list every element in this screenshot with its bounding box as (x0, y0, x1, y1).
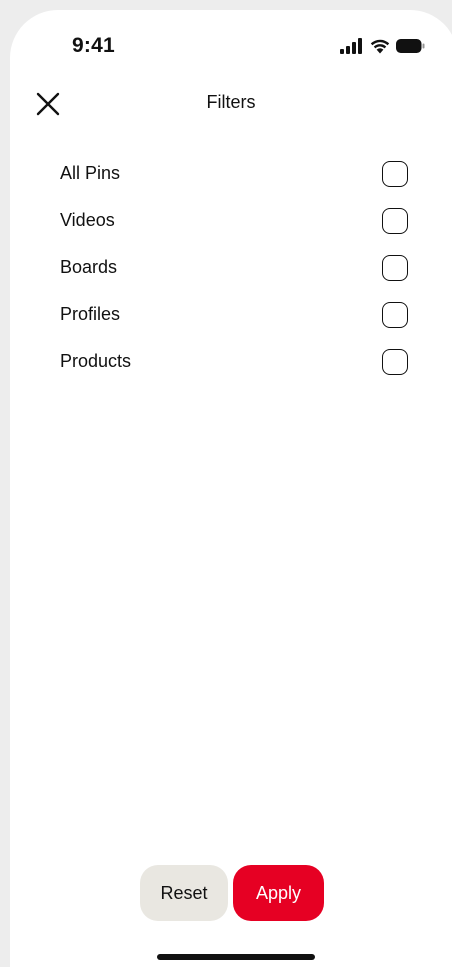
checkbox-profiles[interactable] (382, 302, 408, 328)
filter-row-all-pins[interactable]: All Pins (10, 150, 452, 197)
filter-row-products[interactable]: Products (10, 338, 452, 385)
status-icons (340, 36, 430, 56)
checkbox-products[interactable] (382, 349, 408, 375)
filter-label: Boards (60, 257, 118, 277)
filter-row-profiles[interactable]: Profiles (10, 291, 452, 338)
filter-row-boards[interactable]: Boards (10, 244, 452, 291)
filter-label: Videos (60, 210, 115, 230)
page-title: Filters (206, 92, 256, 112)
filter-list: All Pins Videos Boards Profiles Products (10, 150, 452, 385)
filter-label: All Pins (60, 163, 121, 183)
apply-button[interactable]: Apply (233, 865, 324, 921)
battery-icon (396, 39, 425, 53)
filter-label: Profiles (60, 304, 121, 324)
filter-row-videos[interactable]: Videos (10, 197, 452, 244)
wifi-icon (370, 39, 390, 54)
header: Filters (10, 78, 452, 130)
checkbox-boards[interactable] (382, 255, 408, 281)
home-indicator (157, 954, 315, 960)
cellular-signal-icon (340, 38, 362, 54)
filter-label: Products (60, 351, 132, 371)
footer-buttons: Reset Apply (140, 865, 340, 921)
status-time: 9:41 (72, 34, 115, 57)
reset-button[interactable]: Reset (140, 865, 228, 921)
checkbox-videos[interactable] (382, 208, 408, 234)
checkbox-all-pins[interactable] (382, 161, 408, 187)
status-bar: 9:41 (10, 10, 452, 78)
phone-screen: 9:41 Filters All Pins Videos Boards Prof… (10, 10, 452, 967)
